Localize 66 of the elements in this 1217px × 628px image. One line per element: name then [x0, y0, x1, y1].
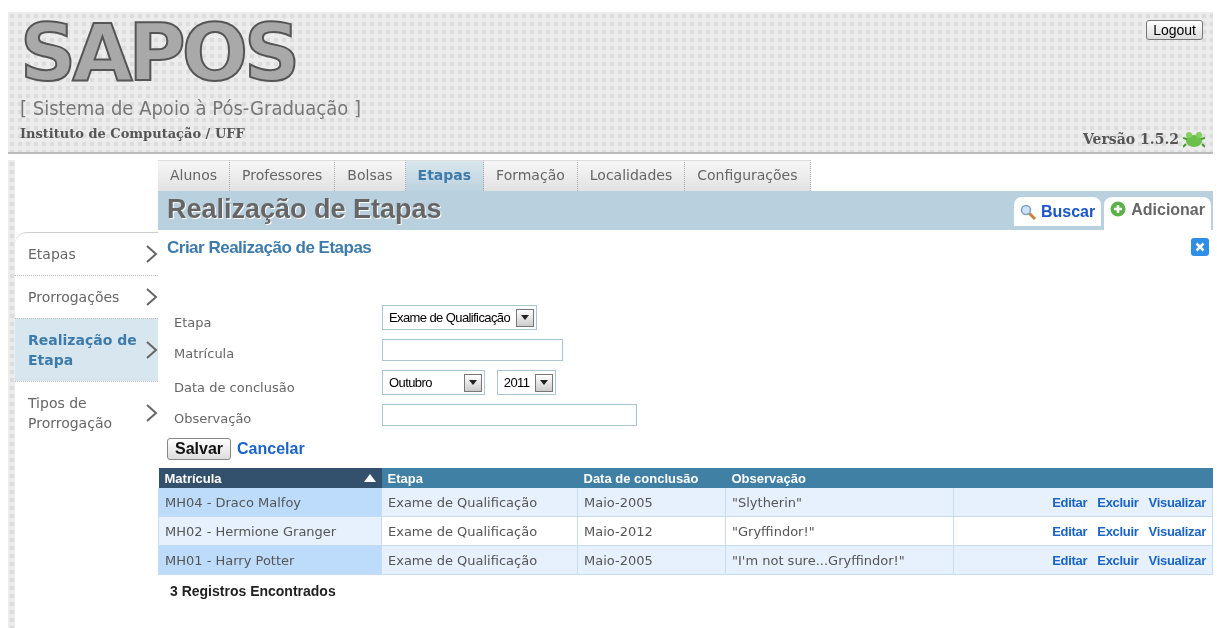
action-tab[interactable]: Buscar: [1013, 197, 1102, 226]
table-cell: "Slytherin": [725, 488, 954, 517]
table-cell: MH04 - Draco Malfoy: [158, 488, 382, 517]
column-header[interactable]: Etapa: [381, 468, 578, 488]
input-field[interactable]: [382, 339, 563, 361]
nav-tab[interactable]: Formação: [484, 160, 578, 191]
row-action-link[interactable]: Editar: [1052, 494, 1088, 510]
row-action-link[interactable]: Visualizar: [1148, 494, 1206, 510]
table-cell: Exame de Qualificação: [381, 545, 578, 575]
frog-icon: [1183, 130, 1205, 148]
table-cell: Maio-2005: [577, 545, 726, 575]
input-field[interactable]: [382, 404, 637, 426]
app-subtitle: [ Sistema de Apoio à Pós-Graduação ]: [20, 96, 361, 120]
row-action-link[interactable]: Excluir: [1097, 523, 1139, 539]
close-icon: [1191, 238, 1209, 256]
chevron-icon: [144, 287, 158, 307]
table-cell: "Gryffindor!": [725, 516, 954, 546]
table-cell: "I'm not sure...Gryffindor!": [725, 545, 954, 575]
nav-tab[interactable]: Alunos: [158, 160, 231, 191]
row-action-link[interactable]: Editar: [1052, 552, 1088, 568]
table-cell: MH01 - Harry Potter: [158, 545, 382, 575]
sort-arrow-icon: [363, 474, 376, 482]
table-cell: Exame de Qualificação: [381, 488, 578, 517]
field-label: Etapa: [174, 315, 213, 330]
form-title: Criar Realização de Etapas: [167, 238, 372, 258]
select-field[interactable]: 2011: [496, 370, 557, 395]
plus-icon: [1110, 201, 1127, 217]
nav-tab[interactable]: Configurações: [685, 160, 811, 191]
row-action-link[interactable]: Excluir: [1097, 494, 1139, 510]
row-action-link[interactable]: Excluir: [1097, 552, 1139, 568]
search-icon: [1019, 203, 1036, 220]
nav-tab[interactable]: Etapas: [405, 160, 485, 191]
row-action-link[interactable]: Visualizar: [1148, 552, 1206, 568]
table-cell: MH02 - Hermione Granger: [158, 516, 382, 546]
caret-icon: [521, 315, 530, 320]
caret-icon: [468, 380, 477, 385]
record-count: 3 Registros Encontrados: [170, 583, 336, 599]
select-field[interactable]: Exame de Qualificação: [382, 305, 538, 330]
field-label: Data de conclusão: [174, 380, 296, 395]
app-logo: SAPOS: [20, 14, 297, 92]
institute-name: Instituto de Computação / UFF: [20, 126, 245, 141]
column-header[interactable]: Data de conclusão: [577, 468, 726, 488]
column-header[interactable]: Observação: [725, 468, 954, 488]
row-action-link[interactable]: Visualizar: [1148, 523, 1206, 539]
select-field[interactable]: Outubro: [382, 370, 485, 395]
nav-tab[interactable]: Bolsas: [335, 160, 406, 191]
row-action-link[interactable]: Editar: [1052, 523, 1088, 539]
version-label: Versão 1.5.2: [1083, 131, 1179, 147]
nav-tab[interactable]: Professores: [230, 160, 336, 191]
table-cell: Exame de Qualificação: [381, 516, 578, 546]
field-label: Matrícula: [174, 346, 236, 361]
chevron-icon: [144, 403, 158, 423]
chevron-icon: [144, 244, 158, 264]
cancel-link[interactable]: Cancelar: [237, 440, 305, 458]
field-label: Observação: [174, 411, 253, 426]
save-button[interactable]: Salvar: [167, 438, 232, 460]
sidebar-item[interactable]: Realização de Etapa: [15, 318, 158, 381]
action-tab[interactable]: Adicionar: [1104, 197, 1211, 230]
caret-icon: [540, 380, 549, 385]
nav-tab[interactable]: Localidades: [577, 160, 686, 191]
column-header[interactable]: Matrícula: [158, 468, 382, 488]
table-cell: Maio-2005: [577, 488, 726, 517]
chevron-icon: [144, 340, 158, 360]
page-title: Realização de Etapas: [167, 194, 442, 225]
table-cell: Maio-2012: [577, 516, 726, 546]
logout-button[interactable]: Logout: [1146, 20, 1203, 40]
